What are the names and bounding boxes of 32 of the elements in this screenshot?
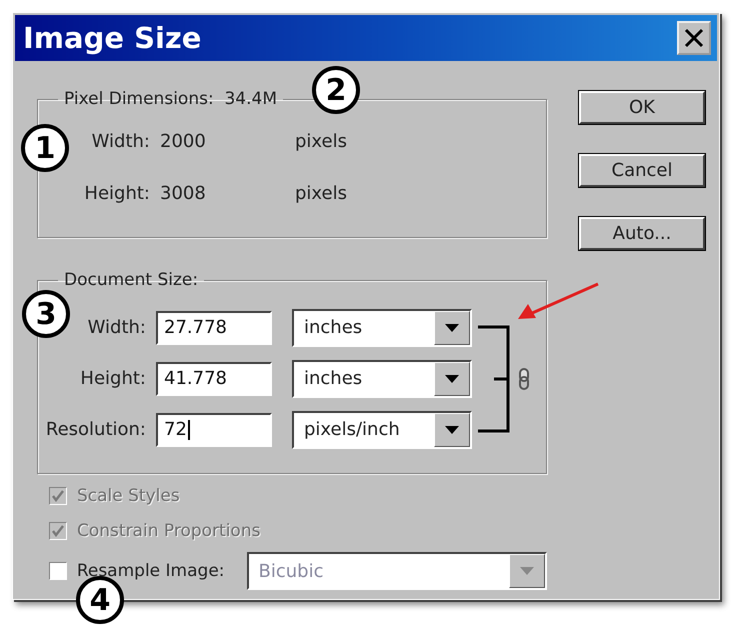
group-label: Pixel Dimensions: 34.4M bbox=[63, 89, 278, 109]
field-label: Height: bbox=[84, 182, 151, 204]
number-callout: 4 bbox=[76, 576, 124, 624]
unit-dropdown[interactable]: inches bbox=[292, 308, 472, 346]
checkbox[interactable] bbox=[49, 562, 67, 580]
field-label: Width: bbox=[88, 317, 147, 338]
input-field[interactable]: 41.778 bbox=[156, 362, 272, 396]
unit-label: pixels bbox=[295, 130, 348, 152]
unit-label: pixels bbox=[295, 182, 348, 204]
close-button[interactable] bbox=[677, 21, 711, 55]
field-value: 3008 bbox=[160, 182, 207, 204]
field-label: Resolution: bbox=[46, 419, 147, 440]
dropdown-arrow-icon bbox=[445, 324, 459, 332]
dropdown-arrow-icon bbox=[445, 374, 459, 382]
dialog-button[interactable]: Cancel bbox=[579, 154, 705, 187]
unit-dropdown[interactable]: inches bbox=[292, 360, 472, 398]
field-label: Width: bbox=[92, 130, 151, 152]
input-field[interactable]: 27.778 bbox=[156, 310, 272, 344]
window-title: Image Size bbox=[23, 21, 202, 55]
checkbox-label: Constrain Proportions bbox=[77, 520, 260, 540]
dropdown-arrow-icon bbox=[520, 567, 534, 575]
close-icon bbox=[684, 28, 704, 48]
dialog-button[interactable]: Auto... bbox=[579, 217, 705, 250]
field-value: 2000 bbox=[160, 130, 207, 152]
checkbox-label: Scale Styles bbox=[77, 486, 180, 506]
chain-link-icon bbox=[518, 368, 530, 390]
dialog-button[interactable]: OK bbox=[579, 91, 705, 124]
input-field[interactable]: 72 bbox=[156, 412, 272, 446]
unit-dropdown[interactable]: pixels/inch bbox=[292, 410, 472, 448]
field-label: Height: bbox=[80, 368, 147, 389]
dropdown-arrow-icon bbox=[445, 426, 459, 434]
group-label: Document Size: bbox=[63, 270, 200, 290]
